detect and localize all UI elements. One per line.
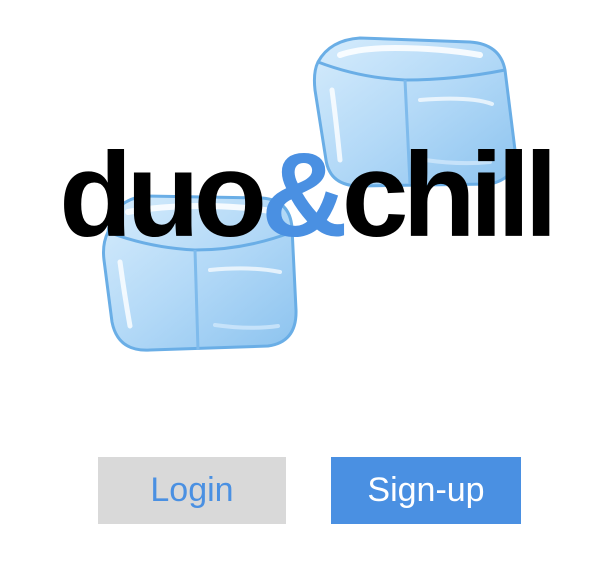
login-button[interactable]: Login xyxy=(98,457,286,524)
logo-text-duo: duo xyxy=(59,128,267,262)
logo-text-chill: chill xyxy=(341,128,558,262)
logo-text-ampersand: & xyxy=(261,128,348,262)
signup-button[interactable]: Sign-up xyxy=(331,457,521,524)
app-logo-wordmark: duo&chill xyxy=(0,135,611,255)
